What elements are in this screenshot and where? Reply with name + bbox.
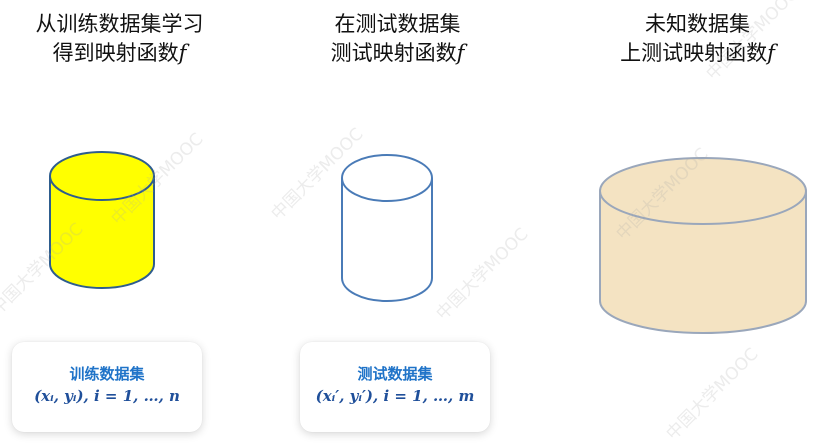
- card-formula: (xᵢ′, yᵢ′), i = 1, …, m: [315, 387, 475, 405]
- card-formula: (xᵢ, yᵢ), i = 1, …, n: [34, 387, 180, 405]
- heading-train-line2: 得到映射函数: [52, 41, 179, 65]
- watermark: 中国大学MOOC: [662, 344, 763, 445]
- heading-unknown: 未知数据集 上测试映射函数f: [590, 10, 805, 68]
- heading-test: 在测试数据集 测试映射函数f: [290, 10, 505, 68]
- training-dataset-cylinder: [49, 151, 155, 289]
- function-symbol: f: [178, 41, 187, 65]
- function-symbol: f: [456, 41, 465, 65]
- cylinder-top: [49, 151, 155, 201]
- test-dataset-cylinder: [341, 154, 433, 302]
- cylinder-top: [341, 154, 433, 202]
- heading-test-line2: 测试映射函数: [330, 41, 457, 65]
- heading-train-line1: 从训练数据集学习: [35, 12, 204, 36]
- training-dataset-card: 训练数据集 (xᵢ, yᵢ), i = 1, …, n: [12, 342, 202, 432]
- cylinder-top: [599, 157, 807, 225]
- card-title: 训练数据集: [69, 365, 145, 383]
- function-symbol: f: [767, 41, 775, 65]
- card-title: 测试数据集: [357, 365, 433, 383]
- unknown-dataset-cylinder: [599, 157, 807, 334]
- heading-test-line1: 在测试数据集: [334, 12, 461, 36]
- test-dataset-card: 测试数据集 (xᵢ′, yᵢ′), i = 1, …, m: [300, 342, 490, 432]
- heading-train: 从训练数据集学习 得到映射函数f: [12, 10, 227, 68]
- heading-unknown-line1: 未知数据集: [645, 12, 750, 36]
- heading-unknown-line2: 上测试映射函数: [620, 41, 768, 65]
- watermark: 中国大学MOOC: [432, 224, 533, 325]
